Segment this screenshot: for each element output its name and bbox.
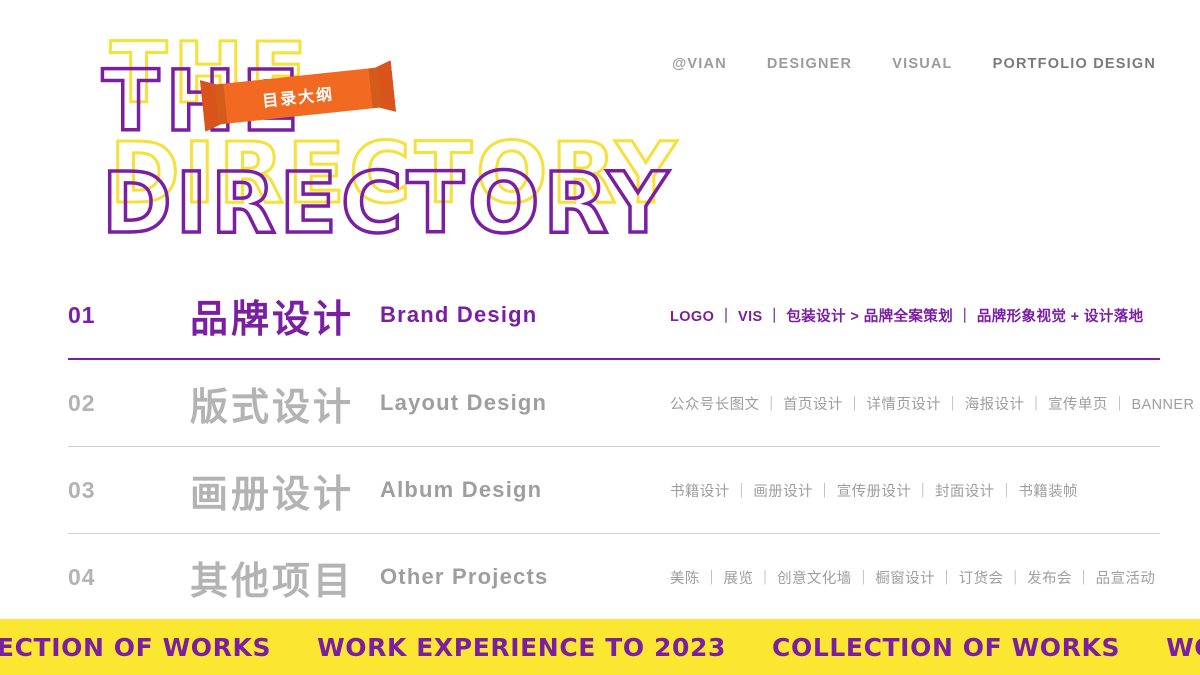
toc-title-en: Other Projects	[380, 564, 549, 589]
toc-number: 03	[68, 476, 96, 503]
toc-row-03[interactable]: 03 画册设计 Album Design 书籍设计 ｜ 画册设计 ｜ 宣传册设计…	[68, 447, 1160, 534]
nav-item-visual[interactable]: VISUAL	[892, 56, 952, 72]
footer-item-3: COLLECTION OF WORKS	[772, 632, 1121, 662]
toc-title-en: Album Design	[380, 477, 543, 502]
toc-detail: 公众号长图文 ｜ 首页设计 ｜ 详情页设计 ｜ 海报设计 ｜ 宣传单页 ｜ BA…	[670, 396, 1195, 413]
nav-item-vian[interactable]: @VIAN	[672, 56, 727, 72]
footer-marquee: OLLECTION OF WORKS WORK EXPERIENCE TO 20…	[0, 619, 1200, 675]
toc-title-en: Layout Design	[380, 390, 548, 415]
toc-row-04[interactable]: 04 其他项目 Other Projects 美陈 ｜ 展览 ｜ 创意文化墙 ｜…	[68, 534, 1160, 621]
nav-item-portfolio-design[interactable]: PORTFOLIO DESIGN	[993, 56, 1156, 72]
slide-directory: @VIAN DESIGNER VISUAL PORTFOLIO DESIGN T…	[0, 0, 1200, 675]
toc-row-02[interactable]: 02 版式设计 Layout Design 公众号长图文 ｜ 首页设计 ｜ 详情…	[68, 360, 1194, 447]
footer-item-4: WORK EXPERIE	[1166, 632, 1200, 662]
title-directory: DIRECTORY	[100, 154, 673, 252]
toc-number: 02	[68, 389, 96, 416]
toc-title-cn: 品牌设计	[190, 296, 355, 341]
nav-item-designer[interactable]: DESIGNER	[767, 56, 852, 72]
toc-detail: LOGO ｜ VIS ｜ 包装设计 > 品牌全案策划 ｜ 品牌形象视觉 + 设计…	[670, 308, 1144, 325]
toc-title-cn: 其他项目	[190, 558, 355, 603]
toc-number: 01	[68, 301, 96, 328]
toc-title-cn: 版式设计	[190, 384, 355, 429]
header-nav: @VIAN DESIGNER VISUAL PORTFOLIO DESIGN	[672, 56, 1156, 72]
ribbon-label: 目录大纲	[261, 84, 335, 111]
toc-title-en: Brand Design	[380, 302, 538, 327]
footer-item-2: WORK EXPERIENCE TO 2023	[317, 632, 727, 662]
toc-title-cn: 画册设计	[190, 471, 355, 516]
table-of-contents: 01 品牌设计 Brand Design LOGO ｜ VIS ｜ 包装设计 >…	[68, 272, 1194, 621]
footer-strip: OLLECTION OF WORKS WORK EXPERIENCE TO 20…	[0, 633, 1200, 662]
toc-number: 04	[68, 563, 96, 590]
page-title: THE DIRECTORY THE DIRECTORY	[56, 24, 678, 252]
toc-detail: 美陈 ｜ 展览 ｜ 创意文化墙 ｜ 橱窗设计 ｜ 订货会 ｜ 发布会 ｜ 品宣活…	[670, 570, 1156, 587]
toc-row-01[interactable]: 01 品牌设计 Brand Design LOGO ｜ VIS ｜ 包装设计 >…	[68, 272, 1160, 360]
footer-item-1: OLLECTION OF WORKS	[0, 632, 272, 662]
toc-detail: 书籍设计 ｜ 画册设计 ｜ 宣传册设计 ｜ 封面设计 ｜ 书籍装帧	[670, 483, 1078, 500]
